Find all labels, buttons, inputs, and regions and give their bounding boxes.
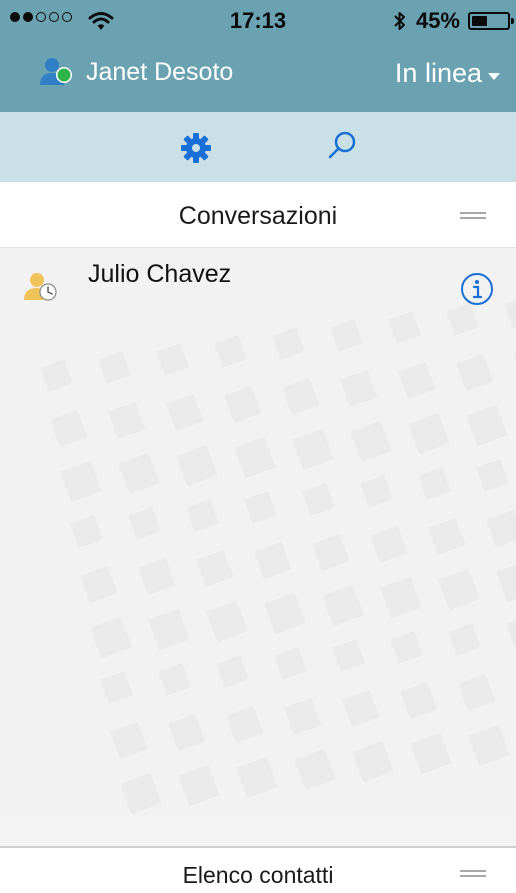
pattern-tile bbox=[390, 631, 423, 664]
status-bar: 17:13 45% bbox=[0, 0, 516, 42]
pattern-tile bbox=[100, 671, 133, 704]
pattern-tile bbox=[244, 491, 277, 524]
conversations-list: Julio Chavez bbox=[0, 248, 516, 820]
pattern-tile bbox=[284, 697, 322, 736]
pattern-tile bbox=[168, 713, 206, 752]
pattern-tile bbox=[166, 393, 204, 432]
pattern-tile bbox=[128, 507, 161, 540]
pattern-tile bbox=[158, 663, 191, 696]
pattern-tile bbox=[496, 564, 516, 603]
pattern-tile bbox=[110, 721, 148, 760]
drag-handle-icon[interactable] bbox=[460, 212, 486, 220]
top-bar: 17:13 45% Janet Desoto In linea bbox=[0, 0, 516, 112]
pattern-tile bbox=[340, 369, 378, 408]
conversation-row[interactable]: Julio Chavez bbox=[0, 248, 516, 318]
battery-group: 45% bbox=[392, 8, 514, 34]
pattern-tile bbox=[476, 459, 509, 492]
drag-handle-icon[interactable] bbox=[460, 870, 486, 878]
pattern-tile bbox=[40, 359, 73, 392]
presence-dropdown[interactable]: In linea bbox=[395, 58, 500, 89]
pattern-tile bbox=[254, 541, 292, 580]
pattern-tile bbox=[468, 724, 510, 767]
pattern-tile bbox=[332, 639, 365, 672]
pattern-tile bbox=[226, 705, 264, 744]
gear-icon[interactable] bbox=[180, 132, 212, 164]
contact-name: Julio Chavez bbox=[88, 260, 232, 288]
contacts-list-title: Elenco contatti bbox=[182, 862, 334, 888]
battery-percent: 45% bbox=[415, 8, 460, 33]
pattern-tile bbox=[206, 600, 248, 643]
pattern-tile bbox=[294, 748, 336, 791]
info-icon[interactable] bbox=[460, 272, 494, 306]
battery-icon bbox=[468, 12, 514, 30]
toolbar bbox=[0, 112, 516, 182]
pattern-tile bbox=[236, 756, 278, 799]
pattern-tile bbox=[108, 401, 146, 440]
pattern-tile bbox=[148, 608, 190, 651]
pattern-tile bbox=[118, 452, 160, 495]
pattern-tile bbox=[80, 565, 118, 604]
pattern-tile bbox=[90, 616, 132, 659]
chevron-down-icon bbox=[488, 73, 500, 80]
pattern-tile bbox=[330, 319, 363, 352]
pattern-tile bbox=[408, 412, 450, 455]
pattern-tile bbox=[370, 525, 408, 564]
pattern-tile bbox=[458, 673, 496, 712]
pattern-tile bbox=[98, 351, 131, 384]
app-screen: 17:13 45% Janet Desoto In linea Conversa… bbox=[0, 0, 516, 893]
pattern-tile bbox=[322, 584, 364, 627]
pattern-tile bbox=[178, 764, 220, 807]
background-pattern bbox=[40, 299, 516, 815]
pattern-tile bbox=[156, 343, 189, 376]
pattern-tile bbox=[60, 460, 102, 503]
contacts-list-header[interactable]: Elenco contatti bbox=[0, 846, 516, 893]
pattern-tile bbox=[410, 732, 452, 775]
pattern-tile bbox=[486, 509, 516, 548]
app-header: Janet Desoto In linea bbox=[0, 42, 516, 112]
pattern-tile bbox=[302, 483, 335, 516]
presence-label: In linea bbox=[394, 58, 482, 88]
pattern-tile bbox=[428, 517, 466, 556]
user-account-button[interactable]: Janet Desoto bbox=[40, 57, 233, 87]
pattern-tile bbox=[282, 377, 320, 416]
conversations-title: Conversazioni bbox=[178, 202, 338, 230]
pattern-tile bbox=[506, 620, 516, 648]
pattern-tile bbox=[352, 740, 394, 783]
pattern-tile bbox=[214, 335, 247, 368]
pattern-tile bbox=[312, 533, 350, 572]
pattern-tile bbox=[418, 467, 451, 500]
pattern-tile bbox=[224, 385, 262, 424]
pattern-tile bbox=[138, 557, 176, 596]
battery-fill bbox=[472, 16, 487, 26]
pattern-tile bbox=[70, 515, 103, 548]
pattern-tile bbox=[398, 361, 436, 400]
pattern-tile bbox=[274, 647, 307, 680]
pattern-tile bbox=[350, 420, 392, 463]
pattern-tile bbox=[120, 772, 162, 815]
pattern-tile bbox=[380, 576, 422, 619]
conversations-header[interactable]: Conversazioni bbox=[0, 182, 516, 248]
pattern-tile bbox=[216, 655, 249, 688]
pattern-tile bbox=[360, 475, 393, 508]
search-icon[interactable] bbox=[326, 130, 358, 162]
pattern-tile bbox=[342, 689, 380, 728]
pattern-tile bbox=[438, 568, 480, 611]
pattern-tile bbox=[264, 592, 306, 635]
pattern-tile bbox=[196, 549, 234, 588]
pattern-tile bbox=[50, 409, 88, 448]
pattern-tile bbox=[176, 444, 218, 487]
user-presence-icon bbox=[40, 58, 72, 85]
pattern-tile bbox=[456, 353, 494, 392]
user-name: Janet Desoto bbox=[86, 57, 234, 86]
pattern-tile bbox=[466, 404, 508, 447]
contact-away-icon bbox=[24, 273, 57, 301]
pattern-tile bbox=[234, 436, 276, 479]
pattern-tile bbox=[400, 681, 438, 720]
pattern-tile bbox=[186, 499, 219, 532]
pattern-tile bbox=[292, 428, 334, 471]
pattern-tile bbox=[448, 623, 481, 656]
bluetooth-icon bbox=[394, 12, 405, 30]
pattern-tile bbox=[272, 327, 305, 360]
